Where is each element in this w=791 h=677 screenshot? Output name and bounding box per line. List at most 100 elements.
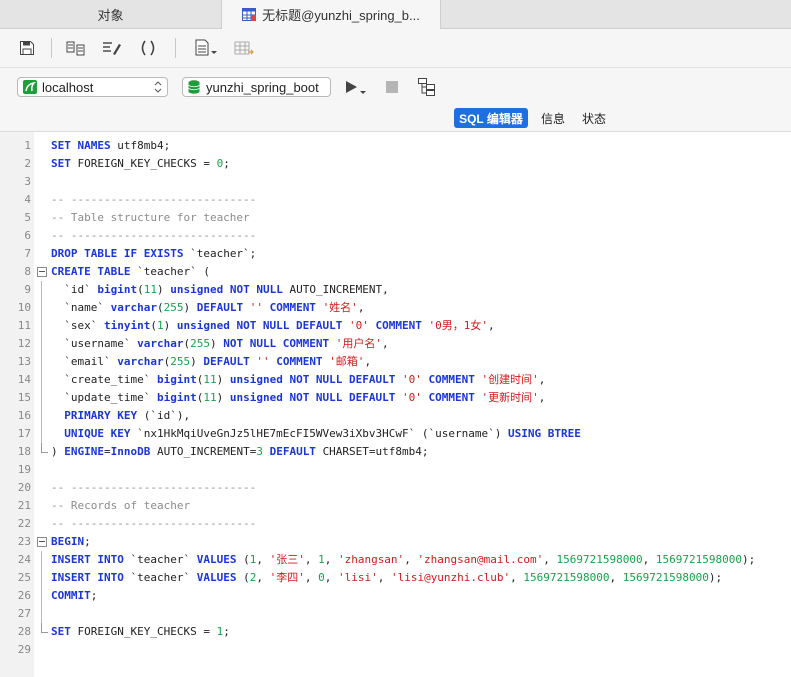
code-token: ,	[377, 571, 391, 584]
code-text: INSERT INTO `teacher` VALUES (1, '张三', 1…	[51, 551, 755, 569]
code-token: -- Table structure for teacher	[51, 211, 250, 224]
code-token: '姓名'	[322, 301, 358, 314]
code-token: utf8mb4;	[117, 139, 171, 152]
line-number: 29	[17, 643, 31, 656]
code-token: DEFAULT	[196, 301, 250, 314]
code-line: 15 `update_time` bigint(11) unsigned NOT…	[0, 389, 791, 407]
query-builder-icon	[66, 41, 85, 56]
beautify-icon	[103, 42, 121, 55]
fold-toggle-icon[interactable]	[37, 537, 47, 547]
play-icon	[346, 81, 366, 94]
code-line: 1 SET NAMES utf8mb4;	[0, 137, 791, 155]
code-token: ,	[642, 553, 656, 566]
line-number: 27	[17, 607, 31, 620]
code-text: PRIMARY KEY (`id`),	[51, 407, 190, 425]
code-token: bigint	[97, 283, 138, 296]
code-token: ,	[538, 391, 546, 404]
code-text: `name` varchar(255) DEFAULT '' COMMENT '…	[51, 299, 364, 317]
code-token: (	[150, 319, 157, 332]
code-token: DEFAULT	[203, 355, 257, 368]
code-text: COMMIT;	[51, 587, 97, 605]
save-button[interactable]	[17, 39, 37, 57]
code-token: )	[51, 445, 65, 458]
line-number: 21	[17, 499, 31, 512]
line-number: 1	[24, 139, 31, 152]
code-token: 'lisi'	[337, 571, 378, 584]
text-menu-button[interactable]	[193, 39, 221, 57]
code-text: -- ----------------------------	[51, 515, 256, 533]
code-token: ,	[304, 553, 319, 566]
fold-toggle-icon[interactable]	[37, 267, 47, 277]
code-token: COMMENT	[368, 319, 429, 332]
line-number: 13	[17, 355, 31, 368]
code-line: 11 `sex` tinyint(1) unsigned NOT NULL DE…	[0, 317, 791, 335]
code-line: 5 -- Table structure for teacher	[0, 209, 791, 227]
stop-button[interactable]	[386, 81, 398, 96]
code-token: `create_time`	[51, 373, 157, 386]
line-number: 26	[17, 589, 31, 602]
code-token: 1569721598000	[523, 571, 610, 584]
code-token: ENGINE	[64, 445, 104, 458]
query-builder-button[interactable]	[66, 39, 86, 57]
code-token: (	[137, 283, 144, 296]
tab-sql-editor[interactable]: SQL 编辑器	[454, 108, 528, 128]
code-token: '0'	[349, 319, 369, 332]
code-token: '更新时间'	[481, 391, 539, 404]
connection-select[interactable]: localhost	[17, 77, 168, 97]
code-token: varchar	[110, 301, 157, 314]
code-line: 4 -- ----------------------------	[0, 191, 791, 209]
line-number: 11	[17, 319, 31, 332]
tab-objects[interactable]: 对象	[0, 0, 222, 29]
code-text: SET FOREIGN_KEY_CHECKS = 1;	[51, 623, 230, 641]
tab-status[interactable]: 状态	[578, 108, 610, 128]
code-token: CHARSET=utf8mb4;	[322, 445, 429, 458]
code-text: CREATE TABLE `teacher` (	[51, 263, 210, 281]
save-icon	[20, 41, 34, 55]
code-token: UNIQUE KEY	[64, 427, 138, 440]
code-line: 25 INSERT INTO `teacher` VALUES (2, '李四',…	[0, 569, 791, 587]
code-token: SET	[51, 625, 78, 638]
beautify-sql-button[interactable]	[102, 39, 122, 57]
code-token: COMMIT	[51, 589, 91, 602]
code-token: '用户名'	[335, 337, 383, 350]
database-select[interactable]: yunzhi_spring_boot	[182, 77, 331, 97]
line-number: 25	[17, 571, 31, 584]
code-text: -- Table structure for teacher	[51, 209, 250, 227]
code-token: ''	[249, 301, 263, 314]
code-token: FOREIGN_KEY_CHECKS =	[77, 157, 217, 170]
sql-editor[interactable]: 1 SET NAMES utf8mb4; 2 SET FOREIGN_KEY_CHEC…	[0, 132, 791, 677]
code-token: AUTO_INCREMENT=	[156, 445, 257, 458]
code-token: `email`	[51, 355, 118, 368]
code-token: -- ----------------------------	[51, 193, 257, 206]
code-token: 1	[318, 553, 325, 566]
code-line: 29	[0, 641, 791, 659]
code-token: ,	[538, 373, 546, 386]
code-text: `id` bigint(11) unsigned NOT NULL AUTO_I…	[51, 281, 389, 299]
code-token: COMMENT	[421, 391, 482, 404]
line-number: 16	[17, 409, 31, 422]
fold-guide-line	[41, 299, 42, 317]
code-token: ,	[324, 571, 338, 584]
export-result-button[interactable]	[234, 39, 256, 57]
code-line: 23 BEGIN;	[0, 533, 791, 551]
code-snippet-button[interactable]	[138, 39, 158, 57]
code-text: UNIQUE KEY `nx1HkMqiUveGnJz5lHE7mEcFI5WV…	[51, 425, 581, 443]
parentheses-icon	[141, 40, 155, 56]
code-line: 22 -- ----------------------------	[0, 515, 791, 533]
fold-guide-line	[41, 425, 42, 443]
code-token: '李四'	[269, 571, 305, 584]
run-button[interactable]	[345, 80, 367, 99]
code-text: -- ----------------------------	[51, 479, 256, 497]
code-text: BEGIN;	[51, 533, 91, 551]
fold-guide-line	[41, 335, 42, 353]
code-token: BEGIN	[51, 535, 85, 548]
explain-button[interactable]	[418, 78, 436, 99]
tab-query[interactable]: 无标题@yunzhi_spring_b...	[222, 0, 441, 29]
code-token: ;	[223, 625, 230, 638]
tab-info[interactable]: 信息	[536, 108, 570, 128]
editor-subtabs: SQL 编辑器 信息 状态	[0, 105, 791, 132]
line-number: 8	[24, 265, 31, 278]
fold-guide-line	[41, 317, 42, 335]
